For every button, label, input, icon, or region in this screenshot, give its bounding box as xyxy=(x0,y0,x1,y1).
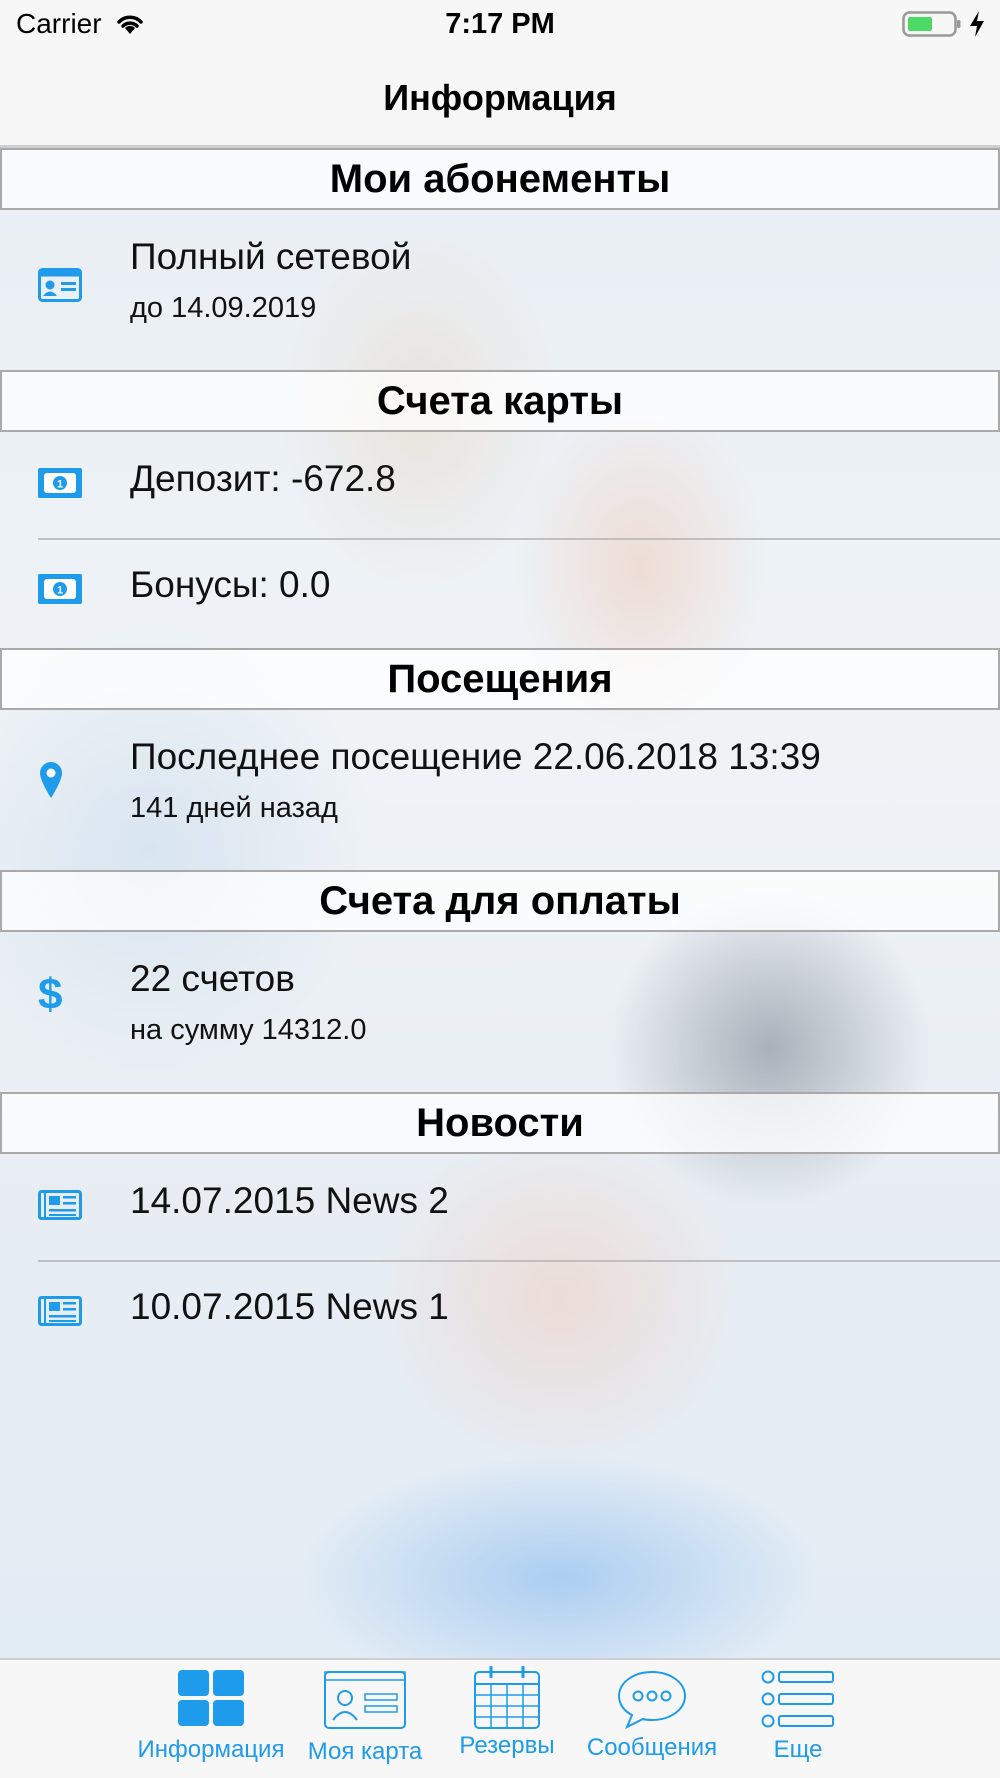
page-title: Информация xyxy=(383,76,617,118)
section-title: Посещения xyxy=(387,656,613,701)
news-title: 10.07.2015 News 1 xyxy=(130,1286,449,1327)
dollar-icon: $ xyxy=(38,970,63,1019)
tab-bar: Информация Моя карта Резервы Сообщения Е… xyxy=(0,1658,1000,1778)
last-visit-row[interactable]: Последнее посещение 22.06.2018 13:39 141… xyxy=(0,710,1000,870)
tab-label: Моя карта xyxy=(307,1738,423,1765)
section-title: Мои абонементы xyxy=(329,156,671,201)
bonus-label: Бонусы: 0.0 xyxy=(130,564,331,605)
tab-label: Информация xyxy=(137,1736,285,1763)
svg-text:1: 1 xyxy=(57,479,63,491)
bonus-row[interactable]: 1 Бонусы: 0.0 xyxy=(0,540,1000,644)
section-header-card-accounts: Счета карты xyxy=(0,370,1000,432)
newspaper-icon xyxy=(38,1190,82,1220)
grid-icon xyxy=(178,1670,244,1726)
section-header-news: Новости xyxy=(0,1092,1000,1154)
map-pin-icon xyxy=(40,762,62,798)
calendar-icon xyxy=(474,1666,540,1729)
subscription-title: Полный сетевой xyxy=(130,236,412,277)
section-title: Счета для оплаты xyxy=(319,878,681,923)
section-header-invoices: Счета для оплаты xyxy=(0,870,1000,932)
money-bill-icon: 1 xyxy=(38,574,82,604)
battery xyxy=(902,10,986,38)
section-title: Счета карты xyxy=(376,378,624,423)
chat-icon xyxy=(617,1670,687,1730)
tab-more[interactable]: Еще xyxy=(748,1670,848,1778)
svg-text:1: 1 xyxy=(57,585,63,597)
tab-label: Еще xyxy=(773,1736,823,1763)
tab-label: Резервы xyxy=(459,1732,555,1759)
invoices-row[interactable]: $ 22 счетов на сумму 14312.0 xyxy=(0,932,1000,1092)
last-visit-days: 141 дней назад xyxy=(130,792,338,824)
tab-my-card[interactable]: Моя карта xyxy=(300,1670,430,1778)
info-content[interactable]: Мои абонементы Полный сетевой до 14.09.2… xyxy=(0,148,1000,1658)
charging-bolt-icon xyxy=(970,11,984,37)
battery-icon xyxy=(902,11,961,37)
money-bill-icon: 1 xyxy=(38,468,82,498)
list-icon xyxy=(761,1670,834,1728)
tab-messages[interactable]: Сообщения xyxy=(582,1670,722,1778)
last-visit-title: Последнее посещение 22.06.2018 13:39 xyxy=(130,736,821,777)
subscription-expiry: до 14.09.2019 xyxy=(130,292,317,324)
tab-reserves[interactable]: Резервы xyxy=(452,1666,562,1778)
invoices-count: 22 счетов xyxy=(130,958,295,999)
navigation-bar: Информация xyxy=(0,50,1000,148)
subscription-row[interactable]: Полный сетевой до 14.09.2019 xyxy=(0,210,1000,370)
news-row[interactable]: 14.07.2015 News 2 xyxy=(0,1154,1000,1260)
invoices-sum: на сумму 14312.0 xyxy=(130,1014,367,1046)
section-header-subscriptions: Мои абонементы xyxy=(0,148,1000,210)
section-title: Новости xyxy=(416,1100,584,1145)
tab-information[interactable]: Информация xyxy=(130,1670,292,1778)
clock: 7:17 PM xyxy=(445,8,555,40)
id-card-icon xyxy=(38,268,82,302)
news-title: 14.07.2015 News 2 xyxy=(130,1180,449,1221)
deposit-row[interactable]: 1 Депозит: -672.8 xyxy=(0,432,1000,538)
tab-label: Сообщения xyxy=(586,1734,718,1761)
card-icon xyxy=(324,1671,406,1729)
deposit-label: Депозит: -672.8 xyxy=(130,458,396,499)
status-bar: Carrier 7:17 PM xyxy=(0,0,1000,50)
newspaper-icon xyxy=(38,1296,82,1326)
section-header-visits: Посещения xyxy=(0,648,1000,710)
news-row[interactable]: 10.07.2015 News 1 xyxy=(0,1262,1000,1366)
